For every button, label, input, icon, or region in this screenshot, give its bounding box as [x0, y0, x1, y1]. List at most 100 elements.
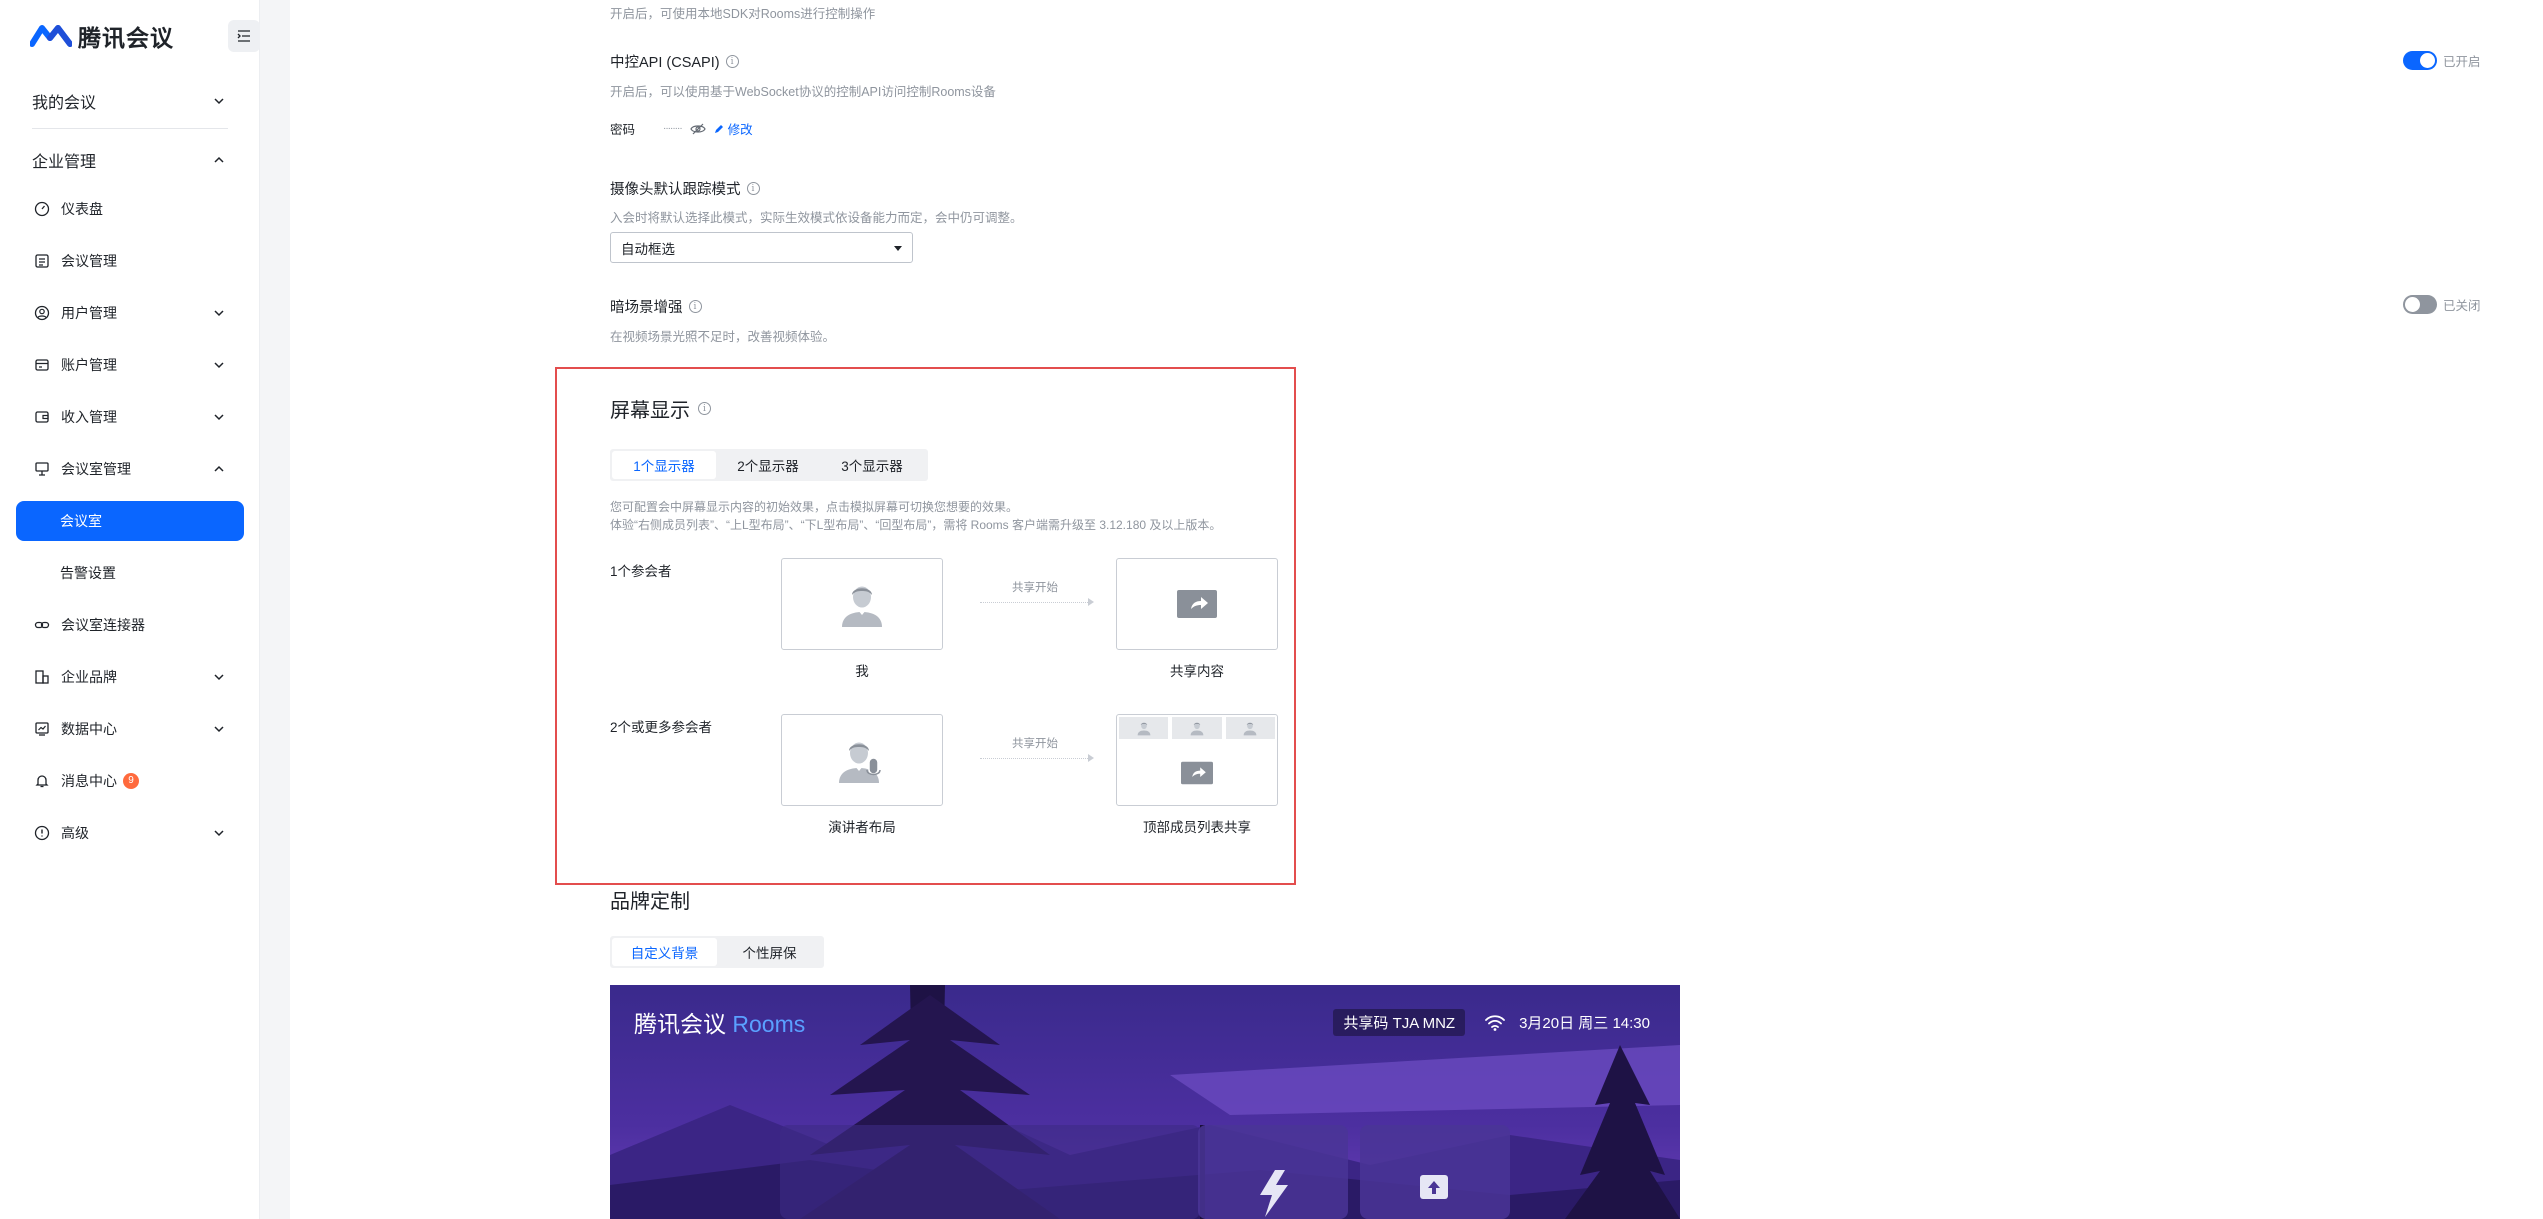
sidebar-item-dashboard[interactable]: 仪表盘 [0, 183, 260, 235]
screen-preview-shared-content[interactable] [1116, 558, 1278, 650]
sidebar-item-alert-settings[interactable]: 告警设置 [0, 547, 260, 599]
member-thumbnail [1225, 717, 1275, 739]
edit-password-link[interactable]: 修改 [714, 119, 753, 138]
preview-app-name: 腾讯会议 [634, 1011, 726, 1037]
csapi-title-text: 中控API (CSAPI) [610, 55, 720, 71]
info-icon[interactable]: i [725, 55, 739, 68]
sidebar-item-label: 告警设置 [60, 565, 116, 581]
nav-group-enterprise[interactable]: 企业管理 [0, 137, 260, 183]
person-avatar-icon [1137, 722, 1151, 736]
toggle-switch[interactable] [2403, 295, 2437, 314]
speaker-with-mic-icon [839, 742, 881, 783]
eye-off-icon[interactable] [689, 122, 706, 136]
sdk-control-desc: 开启后，可使用本地SDK对Rooms进行控制操作 [610, 7, 876, 21]
low-light-desc: 在视频场景光照不足时，改善视频体验。 [610, 330, 836, 344]
chevron-down-icon [214, 414, 224, 421]
sidebar-item-rooms[interactable]: 会议室 [16, 501, 244, 541]
screen-preview-speaker-layout[interactable] [781, 714, 943, 806]
sidebar-item-label: 高级 [61, 825, 89, 841]
branding-title: 品牌定制 [610, 891, 690, 913]
building-icon [33, 668, 51, 686]
tab-1-monitor[interactable]: 1个显示器 [612, 451, 716, 479]
sidebar-item-room-connector[interactable]: 会议室连接器 [0, 599, 260, 651]
sidebar-item-room-management[interactable]: 会议室管理 [0, 443, 260, 495]
chevron-up-icon [214, 465, 224, 472]
nav-group-label: 我的会议 [32, 95, 97, 112]
nav-group-my-meetings[interactable]: 我的会议 [0, 78, 260, 124]
row-label-one-participant: 1个参会者 [610, 564, 672, 579]
tab-custom-background[interactable]: 自定义背景 [612, 938, 717, 966]
low-light-title-text: 暗场景增强 [610, 300, 683, 316]
edit-label: 修改 [727, 123, 753, 137]
sidebar-item-label: 数据中心 [61, 721, 117, 737]
person-avatar-icon [1243, 722, 1257, 736]
tab-3-monitors[interactable]: 3个显示器 [820, 451, 924, 479]
sidebar-item-data-center[interactable]: 数据中心 [0, 703, 260, 755]
info-icon[interactable]: i [688, 300, 702, 313]
member-thumbnail-strip [1119, 717, 1275, 739]
collapse-sidebar-button[interactable] [228, 20, 260, 52]
sidebar-item-enterprise-brand[interactable]: 企业品牌 [0, 651, 260, 703]
unread-badge: 9 [123, 773, 139, 789]
sidebar: 腾讯会议 我的会议 企业管理 仪表盘 会议管理 用户管理 账户管理 收入管理 会… [0, 0, 260, 1219]
csapi-toggle[interactable]: 已开启 [2403, 51, 2481, 70]
sidebar-item-advanced[interactable]: 高级 [0, 807, 260, 859]
caption-me: 我 [855, 664, 869, 679]
low-light-toggle[interactable]: 已关闭 [2403, 295, 2481, 314]
menu-collapse-icon [237, 30, 250, 42]
user-icon [33, 304, 51, 322]
caption-top-member-list-share: 顶部成员列表共享 [1143, 820, 1251, 835]
chart-icon [33, 720, 51, 738]
share-start-label: 共享开始 [1012, 582, 1058, 594]
flow-arrow-line [980, 758, 1088, 759]
tab-screensaver[interactable]: 个性屏保 [717, 938, 822, 966]
sidebar-item-label: 用户管理 [61, 305, 117, 321]
sidebar-item-label: 收入管理 [61, 409, 117, 425]
arrow-right-icon [1088, 598, 1094, 606]
person-avatar-icon [842, 586, 882, 627]
tab-2-monitors[interactable]: 2个显示器 [716, 451, 820, 479]
camera-tracking-title: 摄像头默认跟踪模式 i [610, 178, 760, 199]
chevron-down-icon [214, 674, 224, 681]
password-row: 密码 ········ 修改 [610, 119, 753, 138]
sidebar-item-label: 会议室 [60, 513, 102, 529]
camera-mode-select[interactable]: 自动框选 [610, 232, 913, 263]
sidebar-item-revenue-management[interactable]: 收入管理 [0, 391, 260, 443]
info-icon[interactable]: i [698, 402, 711, 415]
chevron-down-icon [214, 310, 224, 317]
section-title-text: 屏幕显示 [610, 400, 690, 422]
logo[interactable]: 腾讯会议 [30, 20, 174, 52]
share-screen-icon [1177, 590, 1217, 618]
dropdown-caret-icon [894, 246, 902, 251]
sidebar-item-account-management[interactable]: 账户管理 [0, 339, 260, 391]
screen-preview-top-member-list-share[interactable] [1116, 714, 1278, 806]
background-preview[interactable]: 腾讯会议 Rooms 共享码 TJA MNZ 3月20日 周三 14:30 [610, 985, 1680, 1219]
chevron-down-icon [214, 726, 224, 733]
row-label-multi-participants: 2个或更多参会者 [610, 720, 713, 735]
nav-group-label: 企业管理 [32, 154, 97, 171]
monitor-count-tabs: 1个显示器 2个显示器 3个显示器 [610, 449, 928, 481]
sidebar-item-message-center[interactable]: 消息中心 9 [0, 755, 260, 807]
sidebar-item-label: 会议管理 [61, 253, 117, 269]
sidebar-item-label: 企业品牌 [61, 669, 117, 685]
arrow-right-icon [1088, 754, 1094, 762]
toggle-status: 已关闭 [2443, 299, 2481, 313]
wifi-icon [1485, 1014, 1505, 1031]
toggle-switch[interactable] [2403, 51, 2437, 70]
chevron-down-icon [214, 362, 224, 369]
share-start-label: 共享开始 [1012, 738, 1058, 750]
camera-title-text: 摄像头默认跟踪模式 [610, 182, 741, 198]
sidebar-item-user-management[interactable]: 用户管理 [0, 287, 260, 339]
person-avatar-icon [1190, 722, 1204, 736]
preview-status-bar: 共享码 TJA MNZ 3月20日 周三 14:30 [1333, 1009, 1650, 1036]
screen-display-desc-2: 体验“右侧成员列表”、“上L型布局”、“下L型布局”、“回型布局”，需将 Roo… [610, 518, 1222, 532]
screen-preview-me[interactable] [781, 558, 943, 650]
screen-display-title: 屏幕显示 i [610, 394, 711, 423]
link-icon [33, 616, 51, 634]
toggle-status: 已开启 [2443, 55, 2481, 69]
account-card-icon [33, 356, 51, 374]
sidebar-item-meeting-management[interactable]: 会议管理 [0, 235, 260, 287]
list-icon [33, 252, 51, 270]
chevron-down-icon [214, 98, 224, 105]
info-icon[interactable]: i [746, 182, 760, 195]
